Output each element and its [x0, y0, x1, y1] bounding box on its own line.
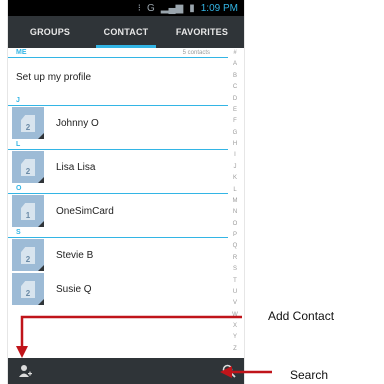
sim-card-icon: 2 [21, 159, 35, 176]
alphabet-index-letter[interactable]: Q [233, 243, 238, 249]
alphabet-index-letter[interactable]: S [233, 266, 237, 272]
section-letter: ME [16, 49, 27, 56]
alphabet-index-letter[interactable]: C [233, 84, 237, 90]
add-contact-callout: Add Contact [268, 309, 335, 323]
sim-card-icon: 1 [21, 203, 35, 220]
contact-name: Johnny O [56, 117, 99, 129]
alphabet-index-letter[interactable]: G [233, 130, 238, 136]
phone-screen: ⁝ G ▂▄▆ ▮ 1:09 PM GROUPS CONTACT FAVORIT… [8, 0, 244, 384]
alphabet-index-letter[interactable]: L [233, 187, 236, 193]
sim-avatar-icon: 2 [12, 107, 44, 139]
alphabet-index-letter[interactable]: N [233, 209, 237, 215]
contact-name: Stevie B [56, 249, 94, 261]
contact-item-susie-q[interactable]: 2 Susie Q [8, 272, 228, 306]
tab-contact[interactable]: CONTACT [88, 16, 164, 48]
alphabet-index-letter[interactable]: Y [233, 334, 237, 340]
status-bar: ⁝ G ▂▄▆ ▮ 1:09 PM [8, 0, 244, 16]
avatar-corner [38, 265, 44, 271]
notification-icon: ⁝ [137, 2, 141, 14]
alphabet-index-letter[interactable]: V [233, 300, 237, 306]
contact-count: 5 contacts [182, 50, 210, 56]
sim-card-icon: 2 [21, 115, 35, 132]
search-icon[interactable] [222, 364, 236, 378]
section-letter: J [16, 97, 20, 104]
avatar-corner [38, 299, 44, 305]
avatar-corner [38, 221, 44, 227]
alphabet-index-letter[interactable]: U [233, 289, 237, 295]
signal-icon: ▂▄▆ [160, 2, 184, 14]
search-callout: Search [290, 368, 329, 382]
sim-avatar-icon: 2 [12, 239, 44, 271]
add-contact-icon[interactable] [18, 364, 32, 378]
avatar-corner [38, 177, 44, 183]
alphabet-index-letter[interactable]: B [233, 73, 237, 79]
alphabet-index-letter[interactable]: # [233, 50, 236, 56]
battery-icon: ▮ [189, 2, 195, 14]
section-header-l: L [8, 140, 228, 150]
status-time: 1:09 PM [200, 2, 238, 14]
section-header-j: J [8, 96, 228, 106]
contact-item-lisa-lisa[interactable]: 2 Lisa Lisa [8, 150, 228, 184]
sim-avatar-icon: 2 [12, 273, 44, 305]
section-header-o: O [8, 184, 228, 194]
alphabet-index-letter[interactable]: A [233, 61, 237, 67]
section-letter: L [16, 141, 21, 148]
contact-name: OneSimCard [56, 205, 114, 217]
contact-item-stevie-b[interactable]: 2 Stevie B [8, 238, 228, 272]
setup-profile-item[interactable]: Set up my profile [8, 58, 228, 96]
alphabet-index-letter[interactable]: R [233, 255, 237, 261]
alphabet-index-letter[interactable]: I [234, 152, 236, 158]
tab-favorites[interactable]: FAVORITES [164, 16, 240, 48]
alphabet-index-letter[interactable]: K [233, 175, 237, 181]
section-header-me: ME 5 contacts [8, 48, 228, 58]
alphabet-index-letter[interactable]: E [233, 107, 237, 113]
network-type-label: G [146, 2, 155, 14]
contact-item-onesimcard[interactable]: 1 OneSimCard [8, 194, 228, 228]
alphabet-index-letter[interactable]: T [233, 278, 237, 284]
sim-avatar-icon: 1 [12, 195, 44, 227]
alphabet-index[interactable]: # A B C D E F G H I J K L M N O P Q R S T U V W X Y Z [228, 48, 242, 352]
bottom-action-bar [8, 358, 244, 384]
alphabet-index-letter[interactable]: O [233, 221, 238, 227]
contact-list[interactable]: ME 5 contacts Set up my profile J 2 John… [8, 48, 244, 352]
alphabet-index-letter[interactable]: W [232, 312, 238, 318]
alphabet-index-letter[interactable]: Z [233, 346, 237, 352]
sim-avatar-icon: 2 [12, 151, 44, 183]
contact-name: Lisa Lisa [56, 161, 96, 173]
alphabet-index-letter[interactable]: H [233, 141, 237, 147]
alphabet-index-letter[interactable]: F [233, 118, 237, 124]
section-header-s: S [8, 228, 228, 238]
section-letter: S [16, 229, 21, 236]
contact-item-johnny-o[interactable]: 2 Johnny O [8, 106, 228, 140]
alphabet-index-letter[interactable]: X [233, 323, 237, 329]
sim-card-icon: 2 [21, 281, 35, 298]
avatar-corner [38, 133, 44, 139]
contact-name: Susie Q [56, 283, 92, 295]
alphabet-index-letter[interactable]: M [233, 198, 238, 204]
sim-card-icon: 2 [21, 247, 35, 264]
tab-bar: GROUPS CONTACT FAVORITES [8, 16, 244, 48]
section-letter: O [16, 185, 22, 192]
alphabet-index-letter[interactable]: J [234, 164, 237, 170]
alphabet-index-letter[interactable]: D [233, 96, 237, 102]
alphabet-index-letter[interactable]: P [233, 232, 237, 238]
tab-groups[interactable]: GROUPS [12, 16, 88, 48]
screenshot-stage: ⁝ G ▂▄▆ ▮ 1:09 PM GROUPS CONTACT FAVORIT… [0, 0, 384, 384]
